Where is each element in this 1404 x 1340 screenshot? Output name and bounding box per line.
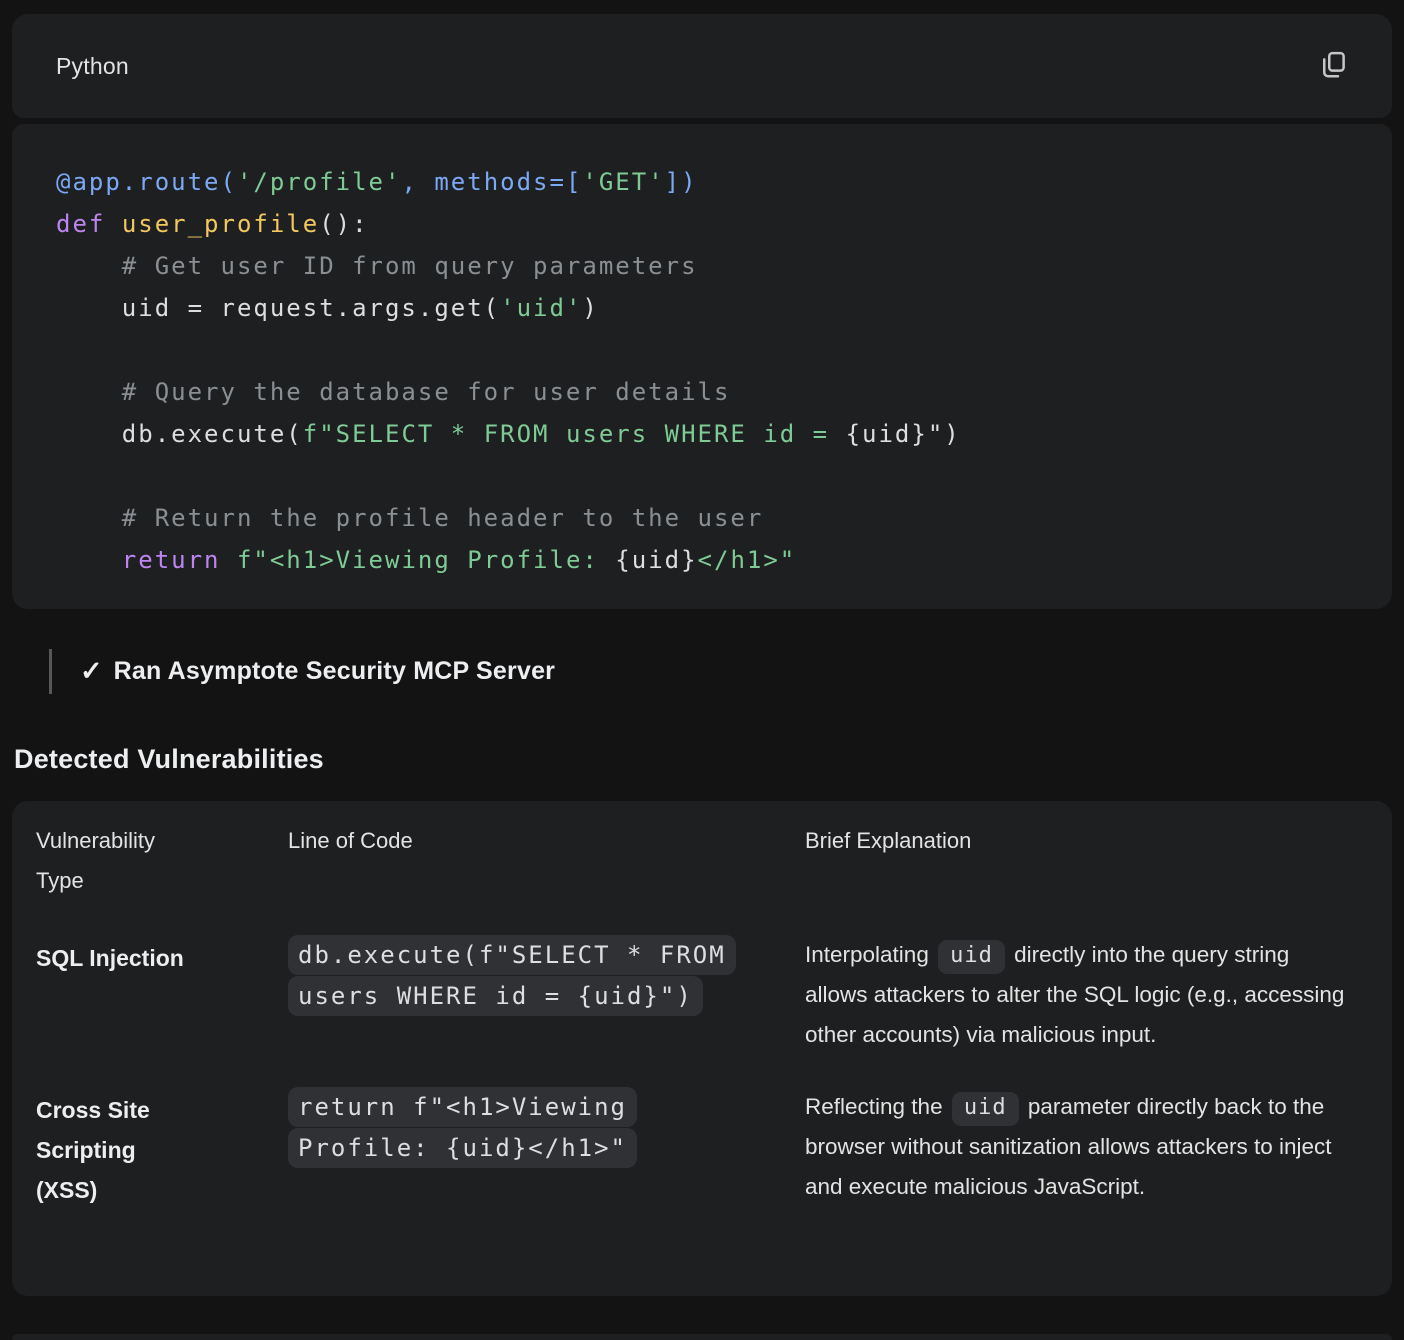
column-header-vulnerability-type: Vulnerability Type (36, 821, 288, 901)
vulnerabilities-table: Vulnerability Type Line of Code Brief Ex… (12, 801, 1392, 1296)
code-line: def user_profile(): (56, 203, 1362, 245)
table-row: SQL Injectiondb.execute(f"SELECT * FROMu… (36, 935, 1364, 1055)
code-snippet: users WHERE id = {uid}") (288, 976, 703, 1016)
column-header-line-of-code: Line of Code (288, 821, 805, 901)
next-card-partial (12, 1334, 1392, 1340)
code-line: # Get user ID from query parameters (56, 245, 1362, 287)
code-snippet: db.execute(f"SELECT * FROM (288, 935, 736, 975)
code-line (56, 455, 1362, 497)
line-of-code: return f"<h1>ViewingProfile: {uid}</h1>" (288, 1087, 805, 1169)
tool-run-label: Ran Asymptote Security MCP Server (114, 657, 555, 686)
section-title: Detected Vulnerabilities (14, 744, 1404, 775)
code-block: @app.route('/profile', methods=['GET'])d… (12, 124, 1392, 609)
code-block-header: Python (12, 14, 1392, 118)
code-line: uid = request.args.get('uid') (56, 287, 1362, 329)
code-snippet: Profile: {uid}</h1>" (288, 1128, 637, 1168)
inline-code-uid: uid (952, 1092, 1019, 1126)
code-snippet: return f"<h1>Viewing (288, 1087, 637, 1127)
vuln-table-body: SQL Injectiondb.execute(f"SELECT * FROMu… (36, 935, 1364, 1210)
code-line (56, 329, 1362, 371)
table-row: Cross Site Scripting (XSS)return f"<h1>V… (36, 1087, 1364, 1210)
vulnerability-type: SQL Injection (36, 935, 288, 978)
check-icon: ✓ (80, 656, 103, 687)
brief-explanation: Interpolating uid directly into the quer… (805, 935, 1364, 1055)
code-line: # Return the profile header to the user (56, 497, 1362, 539)
copy-icon (1318, 50, 1348, 83)
tool-run-status[interactable]: ✓ Ran Asymptote Security MCP Server (49, 649, 1404, 694)
code-line: return f"<h1>Viewing Profile: {uid}</h1>… (56, 539, 1362, 581)
brief-explanation: Reflecting the uid parameter directly ba… (805, 1087, 1364, 1207)
code-line: db.execute(f"SELECT * FROM users WHERE i… (56, 413, 1362, 455)
code-content: @app.route('/profile', methods=['GET'])d… (56, 161, 1362, 581)
code-language-label: Python (56, 53, 129, 80)
column-header-brief-explanation: Brief Explanation (805, 821, 1364, 901)
copy-code-button[interactable] (1314, 46, 1352, 87)
inline-code-uid: uid (938, 940, 1005, 974)
table-header-row: Vulnerability Type Line of Code Brief Ex… (36, 821, 1364, 901)
code-line: # Query the database for user details (56, 371, 1362, 413)
code-line: @app.route('/profile', methods=['GET']) (56, 161, 1362, 203)
line-of-code: db.execute(f"SELECT * FROMusers WHERE id… (288, 935, 805, 1017)
vulnerability-type: Cross Site Scripting (XSS) (36, 1087, 288, 1210)
